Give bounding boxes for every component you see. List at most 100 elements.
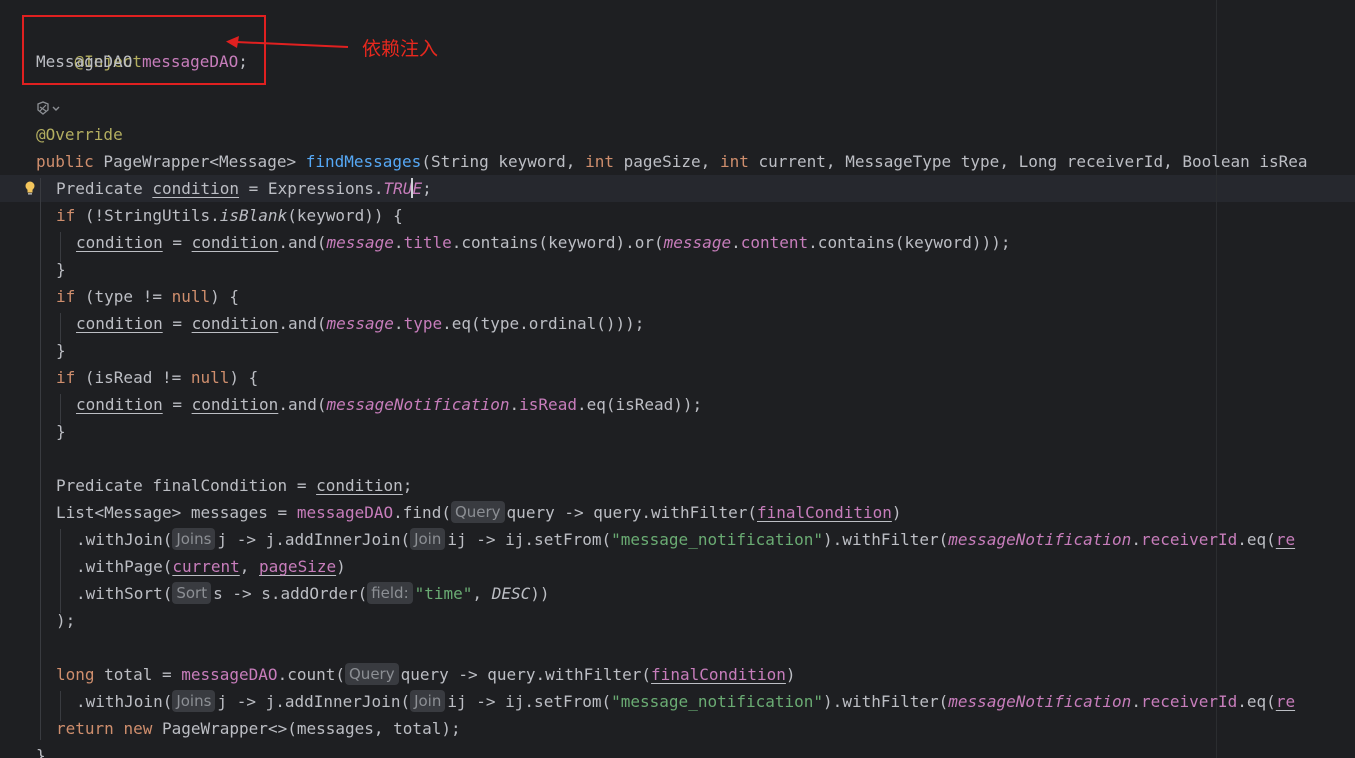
code-line[interactable]: if (type != null) { (56, 283, 239, 310)
code-text: . (1131, 530, 1141, 549)
code-line[interactable]: Predicate finalCondition = condition; (56, 472, 412, 499)
code-keyword: if (56, 206, 76, 225)
code-text: = (162, 314, 192, 333)
code-variable: condition (316, 476, 403, 495)
code-text: , (239, 557, 260, 576)
code-text: s -> s.addOrder( (213, 584, 368, 603)
code-text: .withJoin( (76, 530, 173, 549)
parameter-hint: Join (410, 690, 446, 712)
code-line[interactable]: .withJoin(Joins j -> j.addInnerJoin(Join i… (76, 688, 1295, 715)
code-text: (String keyword, (421, 152, 586, 171)
code-text: . (1131, 692, 1141, 711)
code-text: query -> query.withFilter( (400, 665, 652, 684)
code-variable: condition (191, 233, 279, 252)
code-text: . (731, 233, 741, 252)
implementations-icon[interactable] (36, 100, 60, 120)
code-line[interactable]: List<Message> messages = messageDAO.find… (56, 499, 902, 526)
code-keyword: null (190, 368, 230, 387)
code-text: . (393, 233, 404, 252)
code-line[interactable]: long total = messageDAO.count(Query query… (56, 661, 796, 688)
code-line[interactable]: return new PageWrapper<>(messages, total… (56, 715, 461, 742)
code-line[interactable]: .withPage(current, pageSize) (76, 553, 346, 580)
lightbulb-icon[interactable] (23, 180, 37, 200)
code-line[interactable]: if (!StringUtils.isBlank(keyword)) { (56, 202, 403, 229)
code-variable: current (172, 557, 240, 576)
parameter-hint: field: (367, 582, 413, 604)
code-field: receiverId (1140, 530, 1238, 549)
code-line[interactable]: } (36, 742, 46, 758)
code-text: } (56, 422, 66, 441)
code-field: content (740, 233, 809, 252)
code-field: type (403, 314, 443, 333)
code-field: isRead (519, 395, 577, 414)
code-text: .and( (278, 233, 327, 252)
code-static-method: isBlank (219, 206, 288, 225)
code-line[interactable]: condition = condition.and(message.type.e… (76, 310, 644, 337)
code-text: = (162, 395, 192, 414)
code-line[interactable]: if (isRead != null) { (56, 364, 258, 391)
code-text: } (56, 341, 66, 360)
code-static-field: messageNotification (948, 530, 1132, 549)
parameter-hint: Query (450, 501, 505, 523)
code-variable: finalCondition (651, 665, 786, 684)
code-keyword: int (585, 152, 614, 171)
code-line[interactable]: } (56, 256, 66, 283)
code-text: pageSize, (613, 152, 720, 171)
code-field: messageDAO (296, 503, 394, 522)
code-variable: condition (76, 233, 163, 252)
parameter-hint: Join (410, 528, 446, 550)
code-text: .contains(keyword).or( (451, 233, 664, 252)
code-text: , (472, 584, 492, 603)
code-text: ; (422, 179, 432, 198)
code-text: Predicate finalCondition = (56, 476, 317, 495)
code-editor[interactable]: @Inject MessageDAO messageDAO; @Override… (0, 0, 1355, 758)
code-method: findMessages (305, 152, 422, 171)
code-line[interactable]: public PageWrapper<Message> findMessages… (36, 148, 1308, 175)
code-variable: pageSize (259, 557, 337, 576)
code-text: .find( (393, 503, 451, 522)
code-text: = (162, 233, 192, 252)
code-keyword: new (123, 719, 153, 738)
code-text: ); (56, 611, 76, 630)
code-text: ).withFilter( (823, 692, 949, 711)
annotation-arrow-icon (226, 36, 349, 48)
code-variable: re (1275, 692, 1296, 711)
code-static-field: message (326, 233, 394, 252)
code-line[interactable]: .withJoin(Joins j -> j.addInnerJoin(Join i… (76, 526, 1295, 553)
code-keyword: null (171, 287, 211, 306)
code-line[interactable]: @Override (36, 121, 123, 148)
code-line[interactable]: condition = condition.and(message.title.… (76, 229, 1010, 256)
code-text: ).withFilter( (823, 530, 949, 549)
code-text: .withJoin( (76, 692, 173, 711)
indent-guide (40, 178, 41, 740)
code-variable: condition (76, 314, 163, 333)
indent-guide (60, 529, 61, 613)
code-line[interactable]: ); (56, 607, 75, 634)
code-text: total = (94, 665, 182, 684)
code-variable: finalCondition (757, 503, 892, 522)
code-line[interactable]: condition = condition.and(messageNotific… (76, 391, 702, 418)
code-text: = Expressions. (239, 179, 384, 198)
code-line[interactable]: } (56, 337, 66, 364)
code-text: current, MessageType type, Long receiver… (748, 152, 1308, 171)
code-text: } (56, 260, 66, 279)
code-text: .withPage( (76, 557, 173, 576)
code-line[interactable]: } (56, 418, 66, 445)
code-static-field: messageNotification (326, 395, 510, 414)
code-line[interactable]: Predicate condition = Expressions.TRUE; (56, 175, 432, 202)
code-line[interactable]: .withSort(Sort s -> s.addOrder(field: "tim… (76, 580, 549, 607)
code-string: "message_notification" (611, 530, 824, 549)
parameter-hint: Sort (172, 582, 212, 604)
code-string: "message_notification" (611, 692, 824, 711)
code-constant: DESC (491, 584, 531, 603)
code-variable: condition (191, 314, 279, 333)
code-text: PageWrapper<>(messages, total); (152, 719, 461, 738)
code-variable: condition (76, 395, 163, 414)
code-text: (type != (75, 287, 172, 306)
code-variable: re (1275, 530, 1296, 549)
parameter-hint: Joins (172, 690, 216, 712)
code-static-field: message (663, 233, 732, 252)
code-text: ) (336, 557, 346, 576)
code-text: .eq( (1237, 530, 1276, 549)
